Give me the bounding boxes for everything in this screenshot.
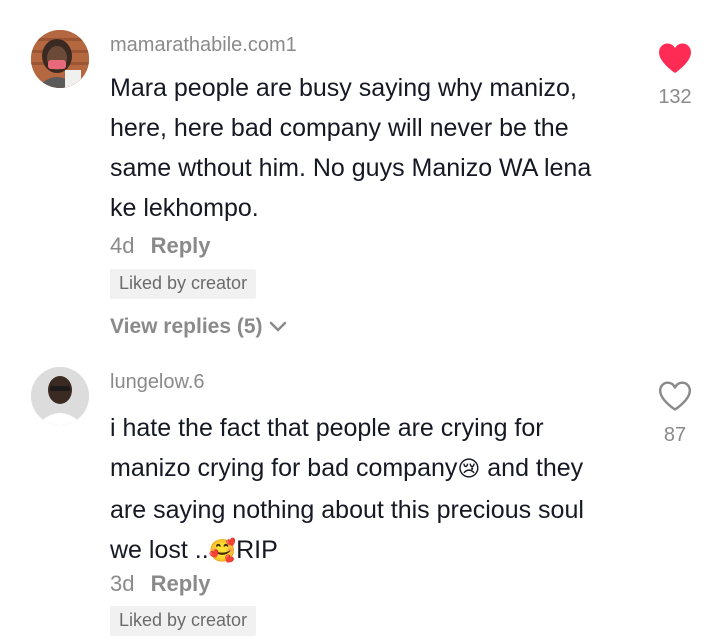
smiling-face-hearts-emoji: 🥰 (208, 539, 237, 564)
comment-item: mamarathabile.com1 Mara people are busy … (0, 0, 720, 360)
comment-text: Mara people are busy saying why manizo, … (110, 74, 592, 222)
username[interactable]: mamarathabile.com1 (110, 34, 297, 57)
heart-outline-icon (659, 381, 691, 411)
comment-text-part: RIP (236, 536, 278, 564)
view-replies-label: View replies (5) (110, 315, 263, 338)
like-button[interactable]: 132 (640, 42, 710, 109)
like-count: 87 (663, 424, 687, 446)
comment-meta: 4d Reply (110, 233, 211, 259)
comment-time: 3d (110, 571, 135, 596)
username[interactable]: lungelow.6 (110, 371, 205, 394)
reply-button[interactable]: Reply (151, 571, 211, 596)
like-count: 132 (658, 86, 692, 108)
view-replies-button[interactable]: View replies (5) (110, 315, 287, 339)
liked-by-creator-badge: Liked by creator (110, 606, 257, 636)
comment-time: 4d (110, 233, 135, 258)
avatar[interactable] (31, 30, 89, 88)
chevron-down-icon (269, 321, 286, 332)
avatar[interactable] (31, 367, 89, 425)
heart-filled-icon (659, 43, 691, 73)
comment-item: lungelow.6 i hate the fact that people a… (0, 360, 720, 642)
comment-meta: 3d Reply (110, 571, 211, 597)
comment-text: i hate the fact that people are crying f… (110, 408, 615, 572)
crying-face-emoji: 😢 (457, 457, 481, 482)
like-button[interactable]: 87 (640, 380, 710, 447)
reply-button[interactable]: Reply (151, 233, 211, 258)
liked-by-creator-badge: Liked by creator (110, 269, 257, 299)
